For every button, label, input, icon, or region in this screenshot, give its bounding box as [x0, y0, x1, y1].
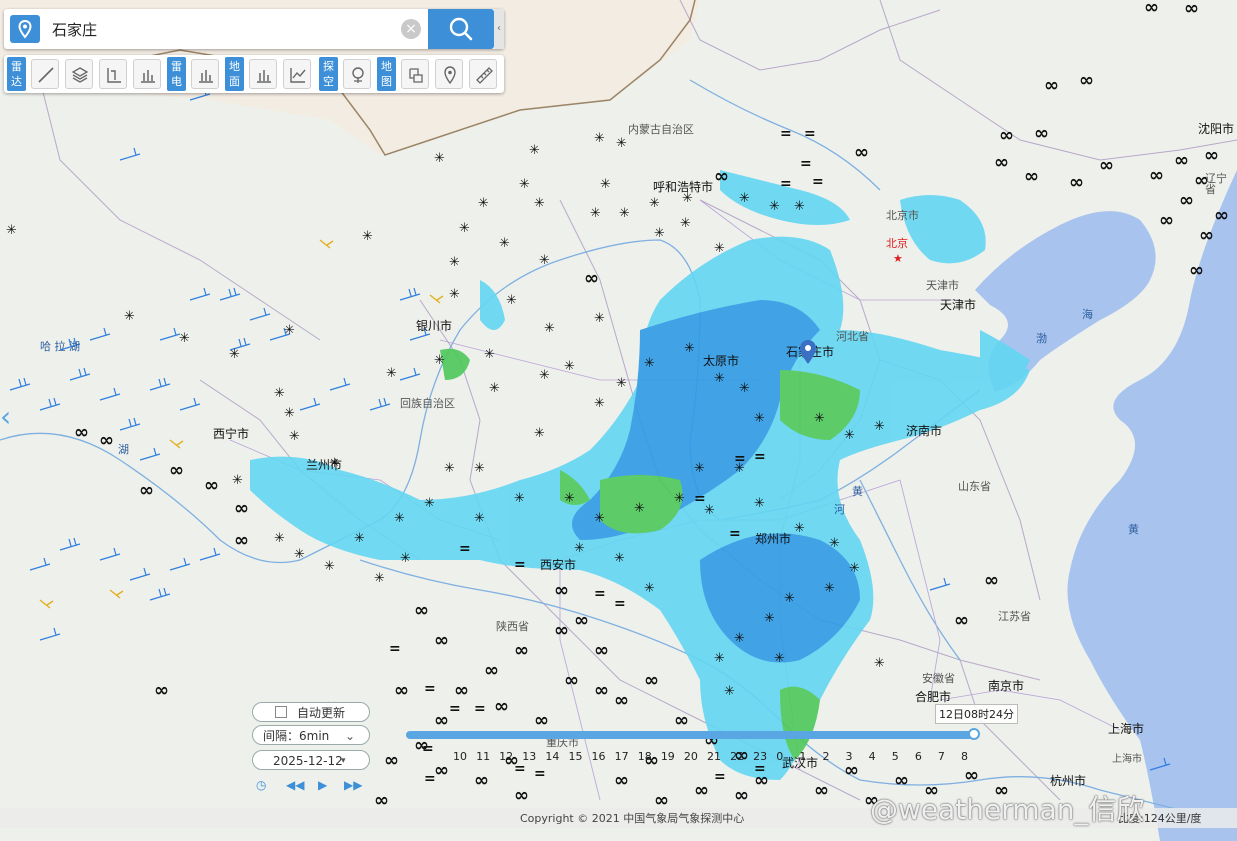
timeline-tick: 21 — [707, 750, 721, 763]
measure-button[interactable] — [469, 59, 497, 89]
date-select[interactable]: 2025-12-12 ▾ — [252, 750, 370, 770]
current-time-label: 12日08时24分 — [935, 704, 1018, 724]
map-base[interactable]: ★ — [0, 0, 1237, 841]
timeline-tick: 8 — [961, 750, 968, 763]
ground-line-chart-button[interactable] — [283, 59, 311, 89]
timeline-tick: 10 — [453, 750, 467, 763]
ground-bars-button[interactable] — [249, 59, 277, 89]
timeline-tick: 20 — [683, 750, 698, 763]
rewind-icon[interactable]: ◀◀ — [286, 778, 304, 792]
category-sounding[interactable]: 探空 — [319, 57, 338, 91]
category-map[interactable]: 地图 — [377, 57, 396, 91]
ruler-icon — [476, 67, 493, 84]
timeline-tick: 5 — [891, 750, 899, 763]
map-switch-icon — [409, 68, 423, 83]
timeline-tick: 17 — [614, 750, 629, 763]
category-lightning[interactable]: 雷电 — [167, 57, 186, 91]
timeline-tick: 4 — [868, 750, 876, 763]
history-icon[interactable]: ◷ — [256, 778, 266, 792]
timeline-tick: 11 — [476, 750, 491, 763]
date-label: 2025-12-12 — [273, 754, 343, 768]
search-icon — [449, 17, 473, 41]
playback-controls: ◷ ◀◀ ▶ ▶▶ — [256, 778, 366, 794]
category-ground[interactable]: 地面 — [225, 57, 244, 91]
clear-search-button[interactable]: × — [401, 19, 421, 39]
location-marker-icon[interactable] — [800, 340, 816, 364]
timeline-handle[interactable] — [968, 728, 980, 740]
fast-forward-icon[interactable]: ▶▶ — [344, 778, 362, 792]
chevron-down-icon: ▾ — [341, 756, 346, 766]
radar-bars-button[interactable] — [133, 59, 161, 89]
timeline-tick: 23 — [753, 750, 768, 763]
layers-icon — [71, 67, 89, 83]
balloon-button[interactable] — [343, 59, 371, 89]
line-icon — [38, 67, 54, 83]
locate-button[interactable] — [435, 59, 463, 89]
weather-map[interactable]: ★ ✳ ✳ ✳ ✳ ✳ ✳ ✳ ✳ ✳ ✳ ✳ ✳ ✳ ✳ ✳ ✳ ✳ ✳ ✳ ✳ ✳ ✳ ✳ ✳ ✳ ✳ ✳ ✳ ✳ ✳ ✳ ✳ ✳ ✳ ✳ ✳ ✳ ✳… — [0, 0, 1237, 841]
timeline-tick: 0 — [776, 750, 784, 763]
balloon-icon — [352, 67, 364, 83]
search-input[interactable] — [44, 15, 410, 43]
play-icon[interactable]: ▶ — [318, 778, 327, 792]
timeline-tick: 12 — [499, 750, 514, 763]
timeline-tick: 19 — [660, 750, 675, 763]
timeline-tick: 2 — [822, 750, 830, 763]
map-switch-button[interactable] — [401, 59, 429, 89]
timeline-tick: 13 — [522, 750, 537, 763]
bar-chart-icon — [257, 70, 271, 83]
profile-chart-icon — [107, 68, 121, 83]
checkbox[interactable] — [275, 706, 287, 718]
collapse-panel-button[interactable]: ‹ — [494, 9, 504, 49]
radar-profile-button[interactable] — [99, 59, 127, 89]
timeline-tick: 3 — [845, 750, 853, 763]
timeline-tick: 22 — [730, 750, 745, 763]
lightning-bars-button[interactable] — [191, 59, 219, 89]
timeline-tick: 15 — [568, 750, 583, 763]
watermark-text: @weatherman_信欣 — [870, 793, 1145, 826]
timeline-tick: 7 — [937, 750, 945, 763]
line-chart-icon — [290, 68, 306, 83]
timeline-tick: 6 — [914, 750, 922, 763]
copyright-text: Copyright © 2021 中国气象局气象探测中心 — [520, 812, 745, 825]
auto-update-toggle[interactable]: 自动更新 — [252, 702, 370, 722]
interval-select[interactable]: 间隔：6min ⌄ — [252, 725, 370, 745]
chevron-down-icon: ⌄ — [345, 729, 356, 743]
bar-chart-icon — [199, 70, 213, 83]
category-radar[interactable]: 雷达 — [7, 57, 26, 91]
timeline-tick: 18 — [637, 750, 652, 763]
map-pin-icon — [444, 66, 456, 84]
search-box: × ‹ — [4, 9, 504, 49]
interval-label: 间隔：6min — [263, 729, 330, 743]
timeline-tick: 1 — [799, 750, 807, 763]
timeline-tick: 14 — [545, 750, 560, 763]
left-arrow-icon[interactable]: ‹ — [0, 402, 18, 432]
timeline-track[interactable] — [406, 731, 976, 739]
radar-line-button[interactable] — [31, 59, 59, 89]
map-pin-icon — [18, 19, 32, 39]
timeline-tick: 16 — [591, 750, 606, 763]
location-button[interactable] — [10, 15, 40, 43]
auto-update-label: 自动更新 — [297, 706, 346, 720]
tool-bar: 雷达 雷电 地面 探空 地图 — [4, 55, 504, 93]
search-button[interactable] — [428, 9, 494, 49]
svg-text:★: ★ — [893, 252, 903, 265]
radar-layers-button[interactable] — [65, 59, 93, 89]
bar-chart-icon — [141, 70, 155, 83]
